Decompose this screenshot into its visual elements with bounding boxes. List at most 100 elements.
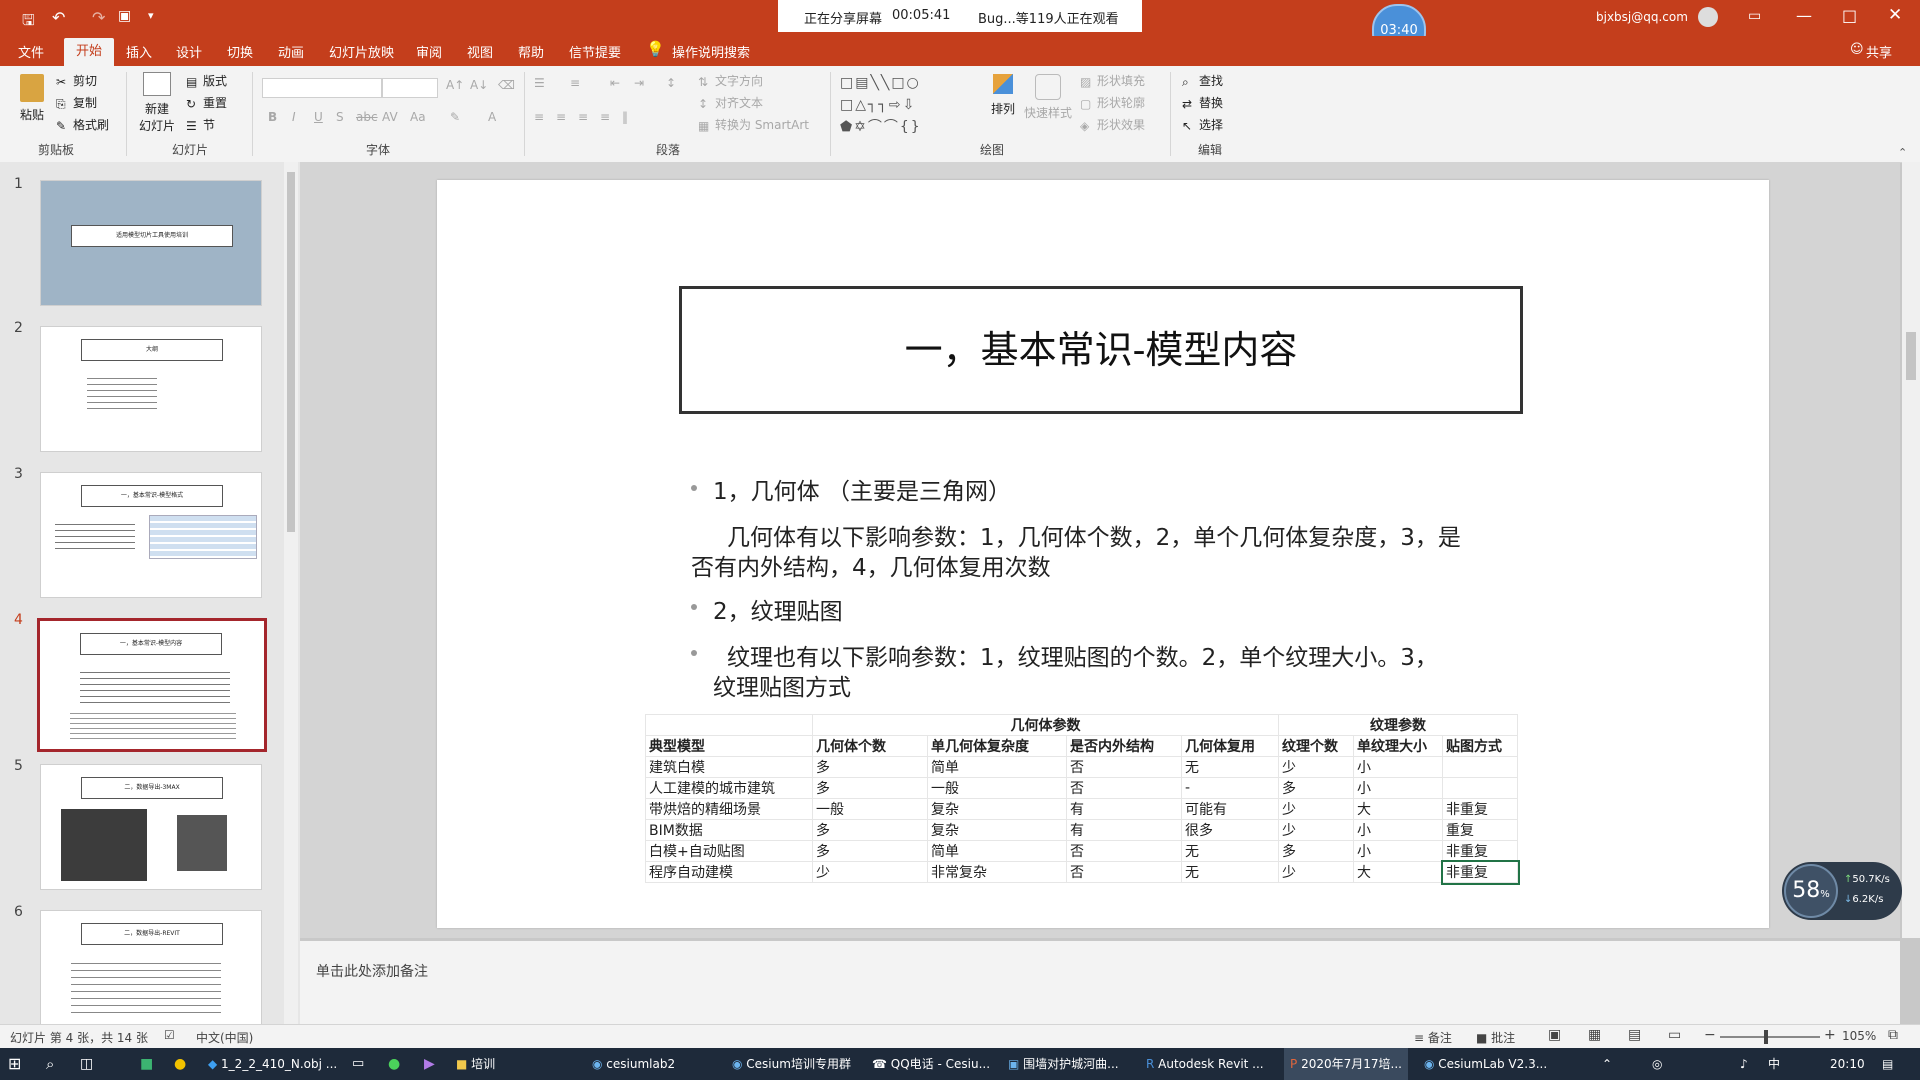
redo-icon[interactable]: ↷	[92, 8, 105, 27]
tell-me-search[interactable]: 操作说明搜索	[672, 42, 750, 61]
table-cell[interactable]: 多	[812, 777, 928, 799]
tray-overflow-icon[interactable]: ⌃	[1602, 1048, 1612, 1080]
italic-icon[interactable]: I	[292, 110, 296, 124]
qq-call-task[interactable]: ☎ QQ电话 - Cesiu...	[872, 1048, 990, 1080]
table-cell[interactable]	[1442, 756, 1518, 778]
table-cell[interactable]: 少	[1278, 798, 1354, 820]
avatar[interactable]	[1698, 7, 1718, 27]
tab-home[interactable]: 开始	[64, 38, 115, 66]
tab-file[interactable]: 文件	[18, 42, 44, 61]
zoom-slider-thumb[interactable]	[1764, 1030, 1768, 1044]
notes-toggle[interactable]: ≡ 备注	[1414, 1029, 1452, 1046]
normal-view-icon[interactable]: ▣	[1548, 1027, 1561, 1043]
table-cell[interactable]: 非重复	[1442, 840, 1518, 862]
tab-animations[interactable]: 动画	[278, 42, 304, 61]
format-painter-button[interactable]: ✎ 格式刷	[56, 116, 109, 133]
table-cell[interactable]: 有	[1066, 798, 1182, 820]
table-cell[interactable]: 简单	[927, 840, 1067, 862]
table-cell[interactable]: 少	[1278, 819, 1354, 841]
wechat-icon[interactable]: ●	[388, 1048, 400, 1080]
slide-canvas[interactable]: 一，基本常识-模型内容 1，几何体 （主要是三角网） 几何体有以下影响参数：1，…	[437, 180, 1769, 928]
minimize-icon[interactable]: —	[1796, 6, 1812, 25]
ribbon-display-options-icon[interactable]: ▭	[1748, 8, 1761, 24]
paste-button[interactable]: 粘贴	[14, 74, 50, 123]
font-color-icon[interactable]: A	[488, 110, 496, 124]
table-cell[interactable]: 多	[812, 840, 928, 862]
thumb-scrollbar[interactable]	[284, 162, 298, 1024]
table-cell[interactable]: 有	[1066, 819, 1182, 841]
table-cell[interactable]: 程序自动建模	[645, 861, 813, 883]
tab-slideshow[interactable]: 幻灯片放映	[329, 42, 394, 61]
cut-button[interactable]: ✂ 剪切	[56, 72, 97, 89]
table-cell[interactable]: 多	[1278, 777, 1354, 799]
zoom-level[interactable]: 105%	[1842, 1029, 1876, 1043]
table-cell[interactable]: 重复	[1442, 819, 1518, 841]
table-cell[interactable]: 可能有	[1181, 798, 1279, 820]
table-cell[interactable]: 小	[1353, 777, 1443, 799]
find-button[interactable]: ⌕ 查找	[1182, 72, 1223, 89]
table-cell-selected[interactable]: 非重复	[1440, 859, 1520, 885]
table-cell[interactable]: 多	[812, 819, 928, 841]
slide-thumbnail-3[interactable]: 一，基本常识-模型格式	[40, 472, 262, 598]
reading-view-icon[interactable]: ▤	[1628, 1027, 1641, 1043]
slide-thumbnail-5[interactable]: 二，数据导出-3MAX	[40, 764, 262, 890]
comments-toggle[interactable]: ■ 批注	[1476, 1029, 1515, 1046]
table-cell[interactable]: 非常复杂	[927, 861, 1067, 883]
maximize-icon[interactable]: □	[1842, 6, 1857, 25]
share-viewers[interactable]: Bug...等119人正在观看	[978, 8, 1119, 27]
replace-button[interactable]: ⇄ 替换	[1182, 94, 1223, 111]
zoom-in-button[interactable]: +	[1824, 1027, 1836, 1043]
table-cell[interactable]: 一般	[927, 777, 1067, 799]
decrease-indent-icon[interactable]: ⇤	[610, 76, 620, 90]
quick-styles-button[interactable]: 快速样式	[1024, 74, 1072, 121]
ime-indicator[interactable]: 中	[1768, 1048, 1780, 1080]
numbering-icon[interactable]: ≡	[570, 76, 580, 90]
columns-icon[interactable]: ‖	[622, 110, 628, 124]
table-cell[interactable]: 无	[1181, 840, 1279, 862]
table-cell[interactable]: -	[1181, 777, 1279, 799]
table-cell[interactable]	[1442, 777, 1518, 799]
cesiumlab-task[interactable]: ◉ CesiumLab V2.3...	[1424, 1048, 1547, 1080]
table-cell[interactable]: 非重复	[1442, 798, 1518, 820]
shape-effects-button[interactable]: ◈ 形状效果	[1080, 116, 1145, 133]
network-icon[interactable]: ◎	[1652, 1048, 1662, 1080]
table-cell[interactable]: 很多	[1181, 819, 1279, 841]
align-left-icon[interactable]: ≡	[534, 110, 544, 124]
tab-view[interactable]: 视图	[467, 42, 493, 61]
bullets-icon[interactable]: ☰	[534, 76, 545, 90]
align-text-button[interactable]: ↕ 对齐文本	[698, 94, 763, 111]
visualstudio-icon[interactable]: ▶	[424, 1048, 435, 1080]
chrome-icon[interactable]: ●	[174, 1048, 186, 1080]
bold-icon[interactable]: B	[268, 110, 277, 124]
clear-format-icon[interactable]: ⌫	[498, 78, 515, 92]
save-icon[interactable]: 🖫	[22, 10, 35, 35]
folder-task[interactable]: ■ 培训	[456, 1048, 495, 1080]
table-cell[interactable]: 一般	[812, 798, 928, 820]
zoom-slider[interactable]	[1720, 1030, 1820, 1044]
table-cell[interactable]: 否	[1066, 777, 1182, 799]
slide-title-box[interactable]: 一，基本常识-模型内容	[679, 286, 1523, 414]
account-email[interactable]: bjxbsj@qq.com	[1596, 10, 1688, 24]
app-icon[interactable]: ■	[140, 1048, 153, 1080]
slide-thumbnail-6[interactable]: 二，数据导出-REVIT	[40, 910, 262, 1025]
tab-review[interactable]: 审阅	[416, 42, 442, 61]
table-cell[interactable]: 无	[1181, 756, 1279, 778]
table-cell[interactable]: 否	[1066, 756, 1182, 778]
font-name-combo[interactable]	[262, 78, 382, 98]
arrange-button[interactable]: 排列	[988, 74, 1018, 117]
terminal-icon[interactable]: ▭	[352, 1048, 364, 1080]
fit-slide-icon[interactable]: ⧉	[1888, 1027, 1898, 1043]
shapes-gallery[interactable]: □▤╲╲□○ □△┐┐⇨⇩ ⬟✡⌒⌒{}	[840, 72, 978, 138]
layout-button[interactable]: ▤ 版式	[186, 72, 227, 89]
section-button[interactable]: ☰ 节	[186, 116, 215, 133]
table-cell[interactable]: 否	[1066, 861, 1182, 883]
shape-outline-button[interactable]: ▢ 形状轮廓	[1080, 94, 1145, 111]
font-size-combo[interactable]	[382, 78, 438, 98]
new-slide-button[interactable]: 新建 幻灯片	[134, 72, 180, 134]
tab-outline[interactable]: 信节提要	[569, 42, 621, 61]
qq-group-task[interactable]: ◉ Cesium培训专用群	[732, 1048, 851, 1080]
align-right-icon[interactable]: ≡	[578, 110, 588, 124]
table-cell[interactable]: 带烘焙的精细场景	[645, 798, 813, 820]
image-task[interactable]: ▣ 围墙对护城河曲...	[1008, 1048, 1119, 1080]
slide-sorter-icon[interactable]: ▦	[1588, 1027, 1601, 1043]
